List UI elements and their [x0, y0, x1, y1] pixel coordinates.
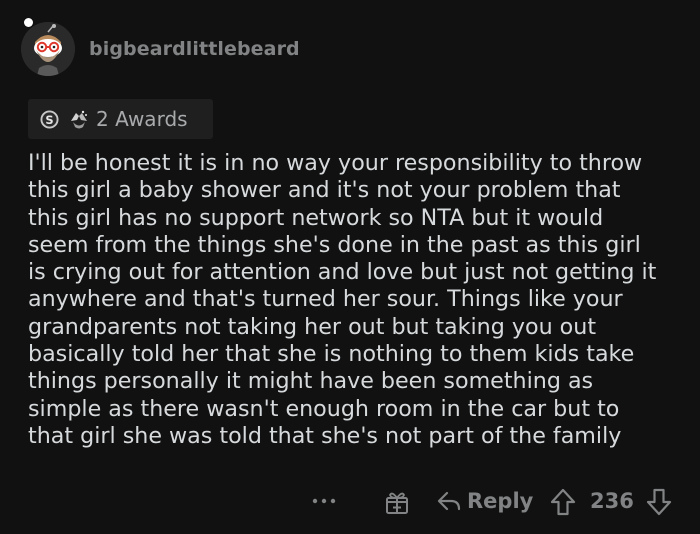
downvote-arrow-icon[interactable]: [646, 488, 672, 516]
awards-badge[interactable]: S 2 Awards: [28, 99, 213, 139]
silver-award-icon: S: [40, 109, 59, 129]
comment-card: bigbeardlittlebeard S 2 Awards I'll be h…: [0, 0, 700, 534]
comment-author[interactable]: bigbeardlittlebeard: [89, 38, 300, 60]
vote-score: 236: [590, 489, 634, 513]
reply-button[interactable]: Reply: [436, 489, 533, 513]
wholesome-hands-award-icon: [71, 110, 87, 129]
gift-icon[interactable]: [384, 489, 410, 515]
snoo-avatar-icon: [21, 22, 75, 76]
svg-text:S: S: [45, 112, 53, 126]
ellipsis-icon[interactable]: [311, 495, 337, 507]
awards-count-label: 2 Awards: [96, 107, 188, 131]
comment-body: I'll be honest it is in no way your resp…: [28, 150, 657, 449]
reply-label: Reply: [467, 489, 534, 513]
online-status-dot: [24, 18, 33, 27]
reply-arrow-icon: [437, 491, 461, 511]
upvote-arrow-icon[interactable]: [550, 488, 576, 516]
avatar[interactable]: [21, 22, 75, 76]
